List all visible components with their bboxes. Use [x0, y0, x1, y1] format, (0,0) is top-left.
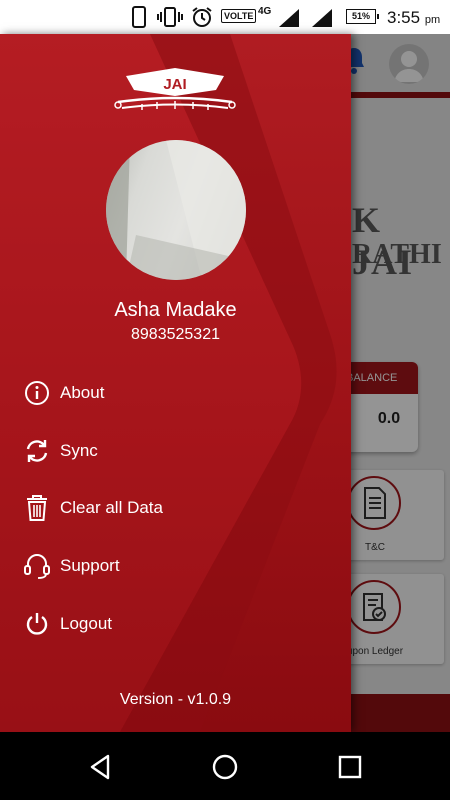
signal-icon-2 [312, 9, 332, 27]
signal-icon [279, 9, 299, 27]
battery-indicator: 51% [346, 9, 379, 24]
headset-icon [22, 551, 52, 581]
sync-icon [22, 436, 52, 466]
back-icon[interactable] [86, 752, 116, 782]
phone-icon [132, 6, 146, 28]
logo-text: JAI [163, 76, 186, 93]
menu-item-logout[interactable]: Logout [22, 609, 322, 639]
info-icon [22, 378, 52, 408]
menu-item-sync[interactable]: Sync [22, 436, 322, 466]
recents-icon[interactable] [335, 752, 365, 782]
app-version: Version - v1.0.9 [119, 691, 232, 708]
trash-icon [22, 493, 52, 523]
status-bar: VOLTE 4G 51% 3:55 pm [0, 0, 450, 34]
company-logo: JAI [114, 68, 236, 110]
vibrate-icon [157, 7, 183, 27]
user-phone: 8983525321 [131, 326, 220, 343]
power-icon [22, 609, 52, 639]
status-clock: 3:55 pm [387, 8, 440, 28]
home-icon[interactable] [210, 752, 240, 782]
menu-item-about[interactable]: About [22, 378, 322, 408]
menu-item-label: Logout [60, 614, 112, 633]
menu-item-clear-data[interactable]: Clear all Data [22, 493, 322, 523]
volte-badge: VOLTE [221, 9, 257, 23]
system-nav-bar [0, 732, 450, 800]
user-name: Asha Madake [114, 299, 237, 321]
menu-item-label: About [60, 383, 105, 402]
navigation-drawer: JAI Asha Madake 8983525321 About Sync Cl… [0, 34, 351, 732]
phone-screen: VOLTE 4G 51% 3:55 pm K JAI RATHI BALANCE… [0, 0, 450, 800]
menu-item-support[interactable]: Support [22, 551, 322, 581]
menu-item-label: Sync [60, 441, 98, 460]
menu-item-label: Support [60, 556, 120, 575]
profile-photo[interactable] [106, 140, 246, 280]
network-type: 4G [258, 6, 272, 17]
menu-item-label: Clear all Data [60, 498, 163, 517]
clock-time: 3:55 [387, 8, 421, 27]
clock-ampm: pm [424, 14, 441, 26]
alarm-icon [192, 7, 212, 27]
